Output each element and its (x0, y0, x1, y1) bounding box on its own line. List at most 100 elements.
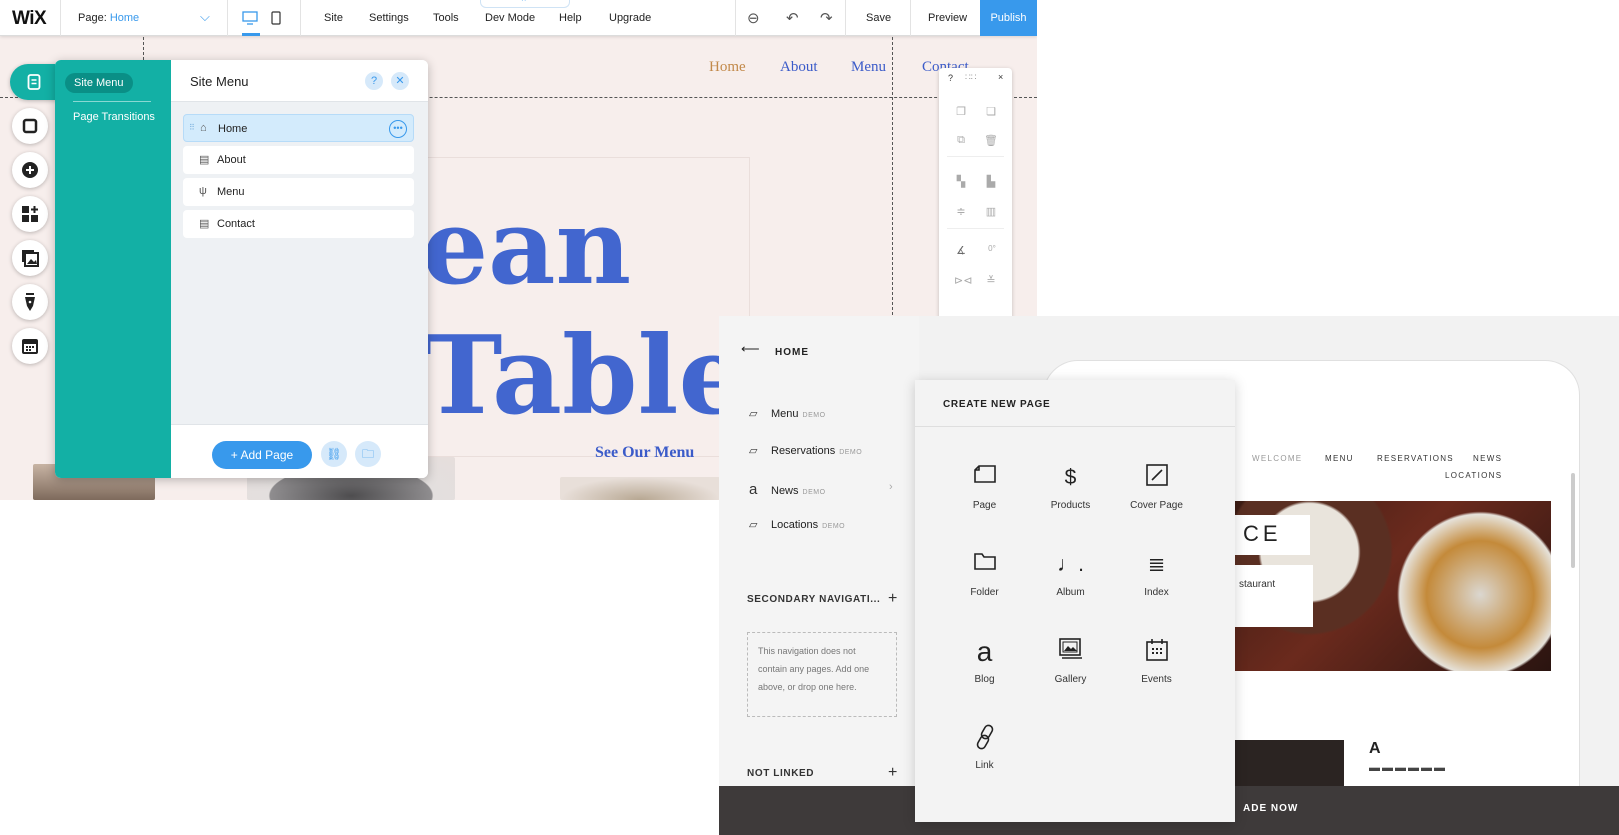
menu-settings[interactable]: Settings (369, 12, 409, 24)
arrange-icon[interactable]: ▚ (954, 175, 968, 188)
help-icon[interactable]: ? (365, 72, 383, 90)
add-page-button[interactable]: + Add Page (212, 441, 312, 469)
desktop-view-icon[interactable] (242, 11, 258, 25)
duplicate-icon[interactable]: ⧉ (954, 134, 968, 146)
tile-album[interactable]: ♩. Album (1027, 551, 1114, 598)
preview-nav-news[interactable]: NEWS (1473, 454, 1502, 463)
tile-label: Cover Page (1130, 500, 1183, 511)
music-note-icon: ♩. (1057, 553, 1084, 576)
page-item-menu[interactable]: ψ Menu (183, 178, 414, 206)
menu-tools[interactable]: Tools (433, 12, 459, 24)
site-menu-footer: + Add Page ⛓ 🗀 (171, 424, 428, 478)
site-nav-home[interactable]: Home (709, 59, 746, 76)
preview-scrollbar[interactable] (1571, 473, 1575, 568)
menu-site[interactable]: Site (324, 12, 343, 24)
food-photo-right[interactable] (560, 477, 720, 500)
add-elements-button[interactable] (12, 152, 48, 188)
page-item-home[interactable]: ⠿ ⌂ Home ••• (183, 114, 414, 142)
tile-index[interactable]: ≣ Index (1113, 551, 1200, 598)
tile-folder[interactable]: Folder (941, 551, 1028, 598)
pages-menu-button[interactable] (10, 64, 58, 100)
more-options-icon[interactable]: ••• (389, 120, 407, 138)
tile-label: Album (1056, 587, 1085, 598)
gallery-icon (1027, 638, 1114, 666)
undo-icon[interactable]: ↶ (786, 9, 799, 27)
page-item-label: Home (218, 123, 248, 135)
background-button[interactable] (12, 108, 48, 144)
blog-button[interactable] (12, 284, 48, 320)
square-icon (22, 118, 38, 134)
site-nav-menu[interactable]: Menu (851, 59, 886, 76)
tile-cover-page[interactable]: Cover Page (1113, 464, 1200, 511)
distribute-icon[interactable]: ≑ (954, 205, 968, 218)
page-icon (941, 464, 1028, 492)
page-selector-prefix: Page: (78, 12, 107, 24)
tile-gallery[interactable]: Gallery (1027, 638, 1114, 685)
align-icon[interactable]: ▙ (984, 175, 998, 188)
bookings-button[interactable] (12, 328, 48, 364)
create-new-page-title: CREATE NEW PAGE (943, 399, 1051, 410)
link-icon (941, 724, 1028, 752)
preview-button[interactable]: Preview (928, 12, 967, 24)
tile-label: Index (1144, 587, 1169, 598)
chevron-down-icon[interactable]: ⌵ (200, 9, 210, 25)
preview-nav-locations[interactable]: LOCATIONS (1445, 471, 1502, 480)
media-button[interactable] (12, 240, 48, 276)
preview-nav-menu[interactable]: MENU (1325, 454, 1354, 463)
rotate-icon[interactable]: ∡ (954, 244, 968, 257)
upgrade-label[interactable]: ADE NOW (1243, 803, 1298, 814)
link-icon[interactable]: ⛓ (321, 441, 347, 467)
preview-nav-welcome[interactable]: WELCOME (1252, 454, 1302, 463)
hero-title-line2[interactable]: Table (422, 313, 747, 439)
match-size-icon[interactable]: ▥ (984, 205, 998, 218)
rotation-value[interactable]: 0° (982, 244, 1002, 256)
toolbar-close-icon[interactable]: × (998, 72, 1003, 82)
tile-label: Blog (974, 674, 995, 685)
redo-icon[interactable]: ↷ (820, 9, 833, 27)
tile-page[interactable]: Page (941, 464, 1028, 511)
site-menu-title: Site Menu (190, 74, 249, 89)
tab-site-menu[interactable]: Site Menu (65, 73, 133, 93)
menu-help[interactable]: Help (559, 12, 582, 24)
zoom-out-icon[interactable]: ⊖ (747, 9, 760, 27)
page-selector[interactable]: Page: Home (78, 12, 139, 24)
tile-events[interactable]: Events (1113, 638, 1200, 685)
site-menu-header: Site Menu ? ✕ (171, 60, 428, 102)
page-item-about[interactable]: ▤ About (183, 146, 414, 174)
menu-upgrade[interactable]: Upgrade (609, 12, 651, 24)
menu-dev-mode[interactable]: Dev Mode (485, 12, 535, 24)
blog-icon: a (976, 636, 993, 667)
save-button[interactable]: Save (866, 12, 891, 24)
page-selector-value: Home (109, 12, 140, 24)
desktop-view-underline (242, 33, 260, 36)
hero-title-line1[interactable]: ean (422, 185, 631, 308)
preview-nav-reservations[interactable]: RESERVATIONS (1377, 454, 1454, 463)
tile-label: Link (975, 760, 994, 771)
add-folder-icon[interactable]: 🗀 (355, 441, 381, 467)
site-nav-about[interactable]: About (780, 59, 818, 76)
tile-link[interactable]: Link (941, 724, 1028, 771)
flip-horizontal-icon[interactable]: ⊳⊲ (954, 274, 972, 287)
drag-handle-icon[interactable]: ∷∷ (965, 72, 976, 83)
site-menu-side-tabs: Site Menu Page Transitions (55, 60, 171, 478)
page-item-label: Menu (217, 186, 245, 198)
tile-products[interactable]: $ Products (1027, 464, 1114, 511)
cover-page-icon (1113, 464, 1200, 492)
preview-title-fragment: CE (1235, 515, 1310, 555)
mobile-view-icon[interactable] (270, 11, 282, 25)
publish-button[interactable]: Publish (980, 0, 1037, 36)
tile-blog[interactable]: a Blog (941, 636, 1028, 686)
see-menu-link[interactable]: See Our Menu (595, 444, 694, 462)
index-lines-icon: ≣ (1147, 553, 1166, 576)
preview-thumb-image[interactable] (1229, 740, 1344, 786)
flip-vertical-icon[interactable]: ≚ (984, 274, 998, 287)
tab-page-transitions[interactable]: Page Transitions (73, 111, 155, 123)
drag-handle-icon[interactable]: ⠿ (189, 123, 195, 132)
copy-icon[interactable]: ❐ (954, 105, 968, 118)
close-icon[interactable]: ✕ (391, 72, 409, 90)
add-apps-button[interactable] (12, 196, 48, 232)
page-item-contact[interactable]: ▤ Contact (183, 210, 414, 238)
paste-icon[interactable]: ❏ (984, 105, 998, 118)
toolbar-help-icon[interactable]: ? (948, 73, 953, 83)
delete-icon[interactable]: 🗑 (984, 134, 998, 147)
